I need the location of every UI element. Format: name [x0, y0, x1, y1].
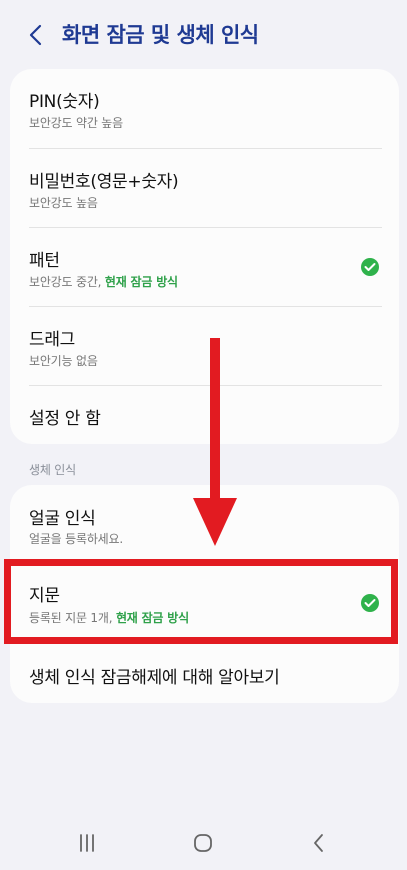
check-circle-icon [361, 258, 379, 276]
option-title: PIN(숫자) [29, 92, 100, 112]
option-subtitle: 보안강도 약간 높음 [29, 116, 123, 130]
biometric-learn-more[interactable]: 생체 인식 잠금해제에 대해 알아보기 [10, 645, 399, 703]
recent-apps-button[interactable] [76, 832, 98, 854]
navigation-bar [0, 810, 407, 870]
back-button[interactable] [22, 20, 52, 50]
option-subtitle: 보안기능 없음 [29, 354, 98, 368]
option-title: 패턴 [29, 251, 60, 271]
option-subtitle: 얼굴을 등록하세요. [29, 532, 123, 546]
option-title: 설정 안 함 [29, 409, 101, 429]
home-icon [194, 834, 212, 852]
lock-option-pin[interactable]: PIN(숫자) 보안강도 약간 높음 [10, 69, 399, 148]
option-title: 생체 인식 잠금해제에 대해 알아보기 [29, 668, 280, 688]
current-lock-label: 현재 잠금 방식 [104, 275, 178, 289]
home-button[interactable] [192, 832, 214, 854]
option-subtitle: 보안강도 중간, 현재 잠금 방식 [29, 275, 178, 289]
page-title: 화면 잠금 및 생체 인식 [62, 23, 259, 47]
back-nav-button[interactable] [308, 832, 330, 854]
recent-apps-icon [80, 834, 94, 852]
app-header: 화면 잠금 및 생체 인식 [0, 0, 407, 68]
back-icon [314, 834, 323, 852]
option-subtitle: 보안강도 높음 [29, 196, 98, 210]
red-arrow-annotation [193, 338, 237, 546]
lock-option-password[interactable]: 비밀번호(영문+숫자) 보안강도 높음 [10, 149, 399, 227]
option-title: 얼굴 인식 [29, 509, 96, 529]
lock-option-pattern[interactable]: 패턴 보안강도 중간, 현재 잠금 방식 [10, 228, 399, 306]
option-title: 비밀번호(영문+숫자) [29, 172, 179, 192]
option-title: 드래그 [29, 330, 76, 350]
section-label-biometrics: 생체 인식 [29, 463, 76, 477]
chevron-left-icon [29, 24, 42, 46]
highlight-box-annotation [4, 559, 398, 644]
